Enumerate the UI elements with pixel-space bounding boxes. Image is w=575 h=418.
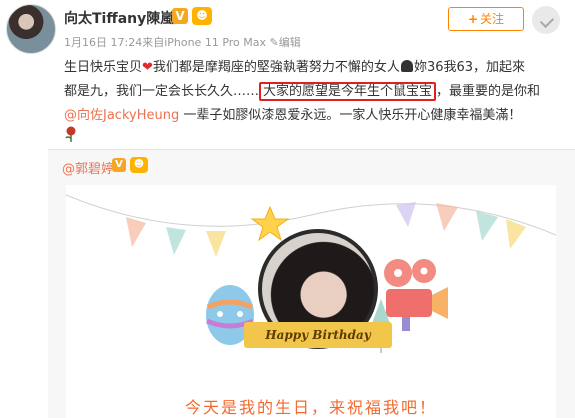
author-avatar[interactable] — [6, 4, 56, 54]
plus-icon: + — [467, 12, 479, 26]
happy-birthday-banner: Happy Birthday — [236, 322, 400, 348]
author-name[interactable]: 向太Tiffany陳嵐 — [64, 8, 174, 28]
star-icon — [250, 205, 290, 242]
rose-icon — [64, 126, 78, 142]
post-text-segment: ，最重要的是你和 — [436, 84, 541, 99]
member-level-icon: ☻ — [192, 7, 212, 25]
follow-button[interactable]: + 关注 — [448, 7, 524, 31]
birthday-caption: 今天是我的生日，来祝福我吧！ — [184, 398, 437, 417]
post-text-segment: 妳36我63，加起來 — [413, 60, 526, 75]
person-emoji-icon — [400, 60, 413, 72]
post-text-segment: 生日快乐宝贝 — [64, 60, 143, 75]
heart-icon: ❤ — [142, 60, 153, 75]
follow-label: 关注 — [480, 12, 505, 26]
mention-link[interactable]: @向佐JackyHeung — [64, 108, 179, 123]
post-text-segment: 都是九，我们一定会长长久久…… — [64, 84, 260, 99]
verified-badge-icon: V — [172, 8, 188, 24]
repost-verified-badge-icon: V — [112, 158, 126, 172]
repost-author-link[interactable]: @郭碧婷 — [62, 158, 114, 177]
repost-level-icon: ☻ — [130, 157, 148, 173]
chevron-down-icon[interactable] — [532, 6, 560, 34]
highlighted-text: 大家的愿望是今年生个鼠宝宝 — [259, 82, 437, 101]
post-text: 生日快乐宝贝❤我们都是摩羯座的堅強執著努力不懈的女人 妳36我63，加起來 都是九… — [64, 56, 564, 128]
post-meta: 1月16日 17:24来自iPhone 11 Pro Max ✎编辑 — [64, 36, 301, 49]
post-text-segment: 一辈子如膠似漆恩爱永远。一家人快乐开心健康幸福美滿！ — [179, 108, 522, 123]
weibo-post: 向太Tiffany陳嵐 V ☻ 1月16日 17:24来自iPhone 11 P… — [0, 0, 575, 418]
post-text-segment: 我们都是摩羯座的堅強執著努力不懈的女人 — [152, 60, 400, 75]
